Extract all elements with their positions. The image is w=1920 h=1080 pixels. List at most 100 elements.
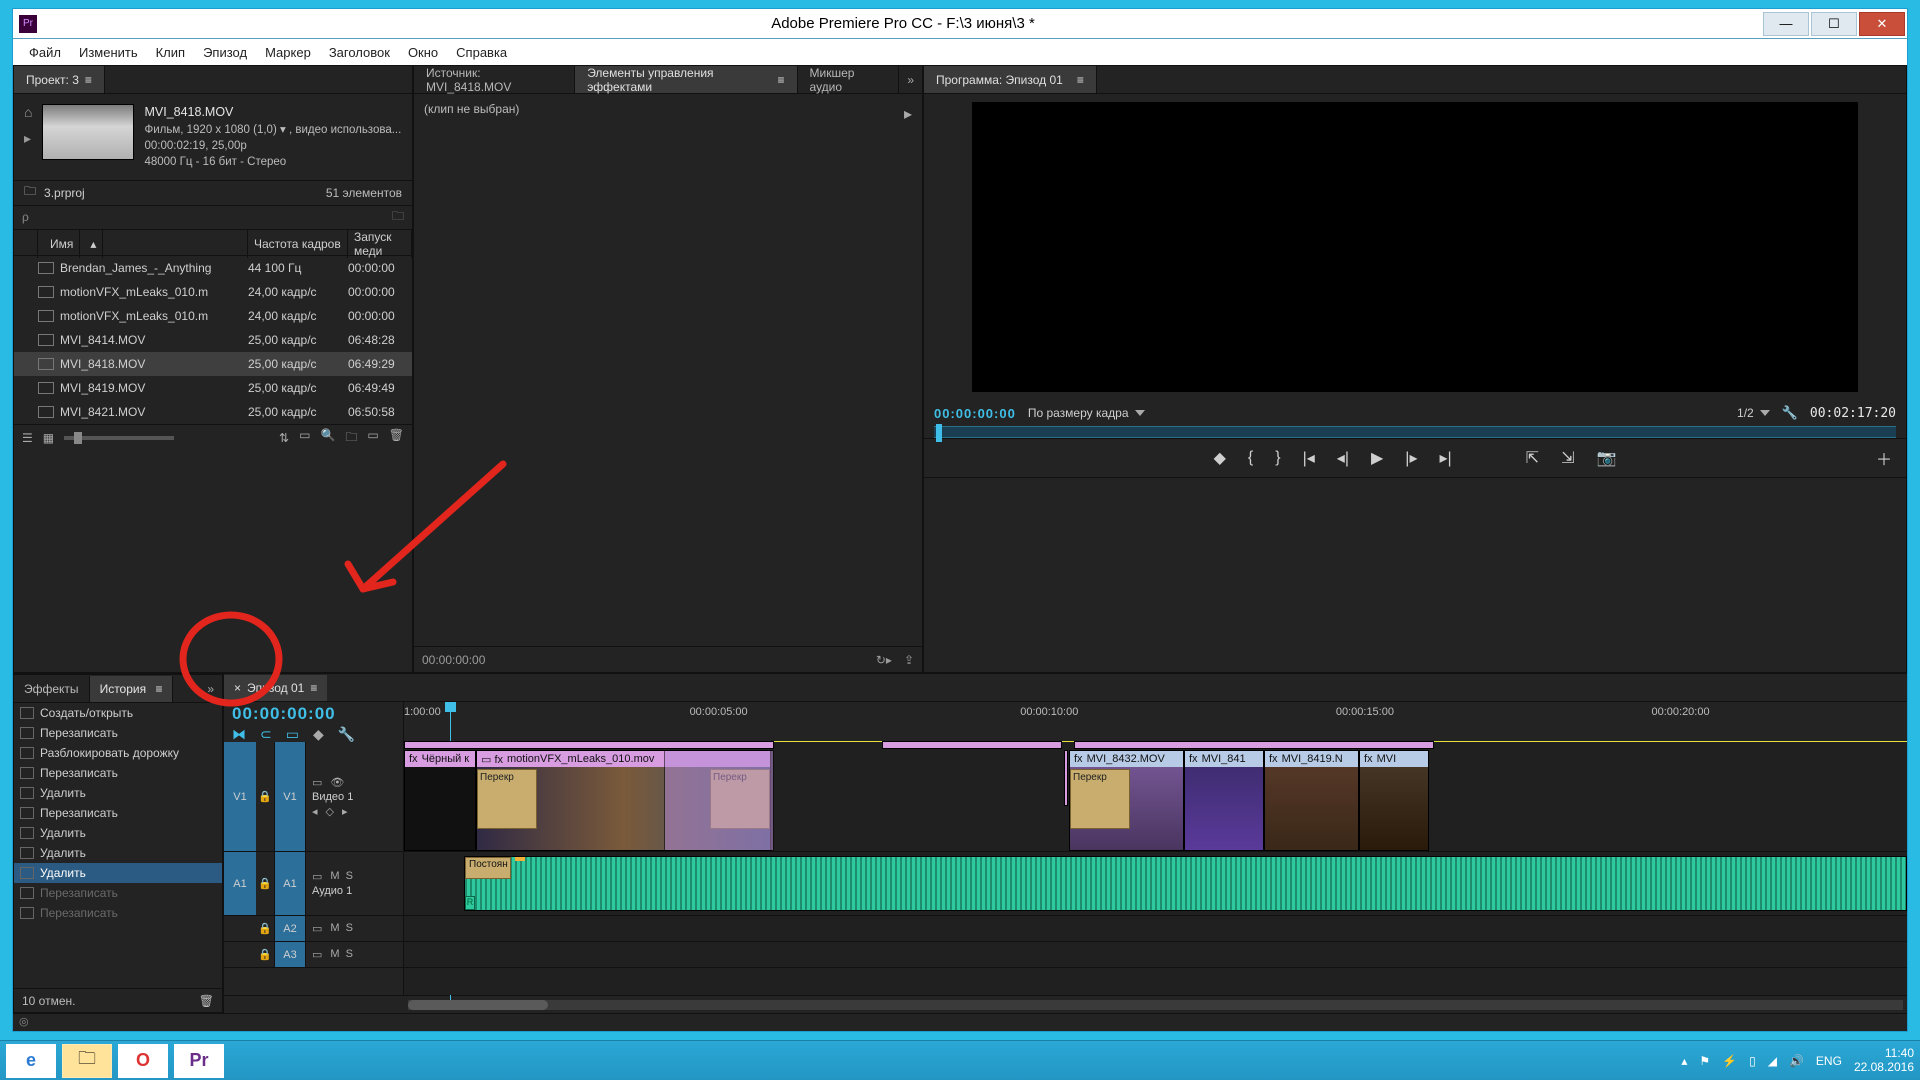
search-icon[interactable]: 🔍 xyxy=(320,428,335,449)
menu-edit[interactable]: Изменить xyxy=(71,43,146,62)
tray-volume-icon[interactable]: 🔊 xyxy=(1789,1054,1804,1068)
taskbar-ie[interactable]: e xyxy=(6,1044,56,1078)
expand-icon[interactable]: ▸ xyxy=(904,104,912,124)
marker-icon[interactable]: ◆ xyxy=(1214,448,1226,468)
history-item[interactable]: Перезаписать xyxy=(14,803,222,823)
timeline-scrollbar[interactable] xyxy=(408,1000,1903,1010)
clip-thumb2[interactable]: fx MVI_841 xyxy=(1184,750,1264,851)
marker-icon[interactable] xyxy=(515,856,525,861)
panel-menu-icon[interactable]: ≡ xyxy=(778,73,785,87)
list-view-icon[interactable]: ☰ xyxy=(22,431,33,445)
project-tab[interactable]: Проект: 3 ≡ xyxy=(14,66,105,93)
asset-row[interactable]: motionVFX_mLeaks_010.m 24,00 кадр/с00:00… xyxy=(14,280,412,304)
asset-row[interactable]: Brendan_James_-_Anything 44 100 Гц00:00:… xyxy=(14,256,412,280)
go-out-icon[interactable]: ▸| xyxy=(1439,448,1451,468)
lock-icon[interactable]: 🔒 xyxy=(256,948,274,961)
history-item[interactable]: Создать/открыть xyxy=(14,703,222,723)
clip-thumb4[interactable]: fx MVI xyxy=(1359,750,1429,851)
lock-icon[interactable]: 🔒 xyxy=(256,790,274,803)
play-button[interactable]: ▶ xyxy=(1371,448,1383,468)
new-bin-icon[interactable]: 🗀 xyxy=(392,207,404,228)
add-marker-icon[interactable]: ◆ xyxy=(313,726,324,743)
panel-menu-icon[interactable]: ≡ xyxy=(1077,73,1084,87)
icon-view-icon[interactable]: ▦ xyxy=(43,431,54,445)
a2-target[interactable]: A2 xyxy=(274,916,306,941)
effect-controls-tab[interactable]: Элементы управления эффектами ≡ xyxy=(575,66,797,93)
history-item[interactable]: Удалить xyxy=(14,783,222,803)
program-scrubber[interactable] xyxy=(934,426,1896,438)
new-item-icon[interactable]: ▭ xyxy=(367,428,378,449)
panel-menu-icon[interactable]: ≡ xyxy=(85,73,92,87)
tray-power-icon[interactable]: ⚡ xyxy=(1722,1054,1737,1068)
tab-close-icon[interactable]: × xyxy=(234,681,241,695)
timeline-tc[interactable]: 00:00:00:00 xyxy=(232,704,395,724)
prev-kf-icon[interactable]: ◂ xyxy=(312,805,318,818)
sort-icon[interactable]: ⇅ xyxy=(279,431,289,445)
asset-row[interactable]: MVI_8418.MOV 25,00 кадр/с06:49:29 xyxy=(14,352,412,376)
clip-overlap[interactable] xyxy=(664,750,774,851)
clip-strip[interactable] xyxy=(1074,741,1434,749)
kf-icon[interactable]: ◇ xyxy=(326,805,334,818)
toggle-output-icon[interactable]: ▭ xyxy=(312,776,322,789)
track-v1-header[interactable]: V1 🔒 V1 ▭👁 Видео 1 ◂◇▸ xyxy=(224,742,403,852)
new-bin2-icon[interactable]: 🗀 xyxy=(345,428,357,449)
clip-audio[interactable]: Постоян R xyxy=(464,856,1907,911)
col-start[interactable]: Запуск меди xyxy=(348,230,412,258)
menu-marker[interactable]: Маркер xyxy=(257,43,319,62)
lock-icon[interactable]: 🔒 xyxy=(256,922,274,935)
clip-marker[interactable] xyxy=(1064,750,1068,806)
project-path[interactable]: 3.prproj xyxy=(44,186,85,200)
snapshot-icon[interactable]: 📷 xyxy=(1596,448,1616,468)
settings-icon[interactable]: 🔧 xyxy=(1782,405,1798,421)
audio-mixer-tab[interactable]: Микшер аудио xyxy=(798,66,900,93)
asset-row[interactable]: MVI_8419.MOV 25,00 кадр/с06:49:49 xyxy=(14,376,412,400)
menu-clip[interactable]: Клип xyxy=(148,43,193,62)
v1-target[interactable]: V1 xyxy=(274,742,306,851)
taskbar-opera[interactable]: O xyxy=(118,1044,168,1078)
panel-menu-icon[interactable]: ≡ xyxy=(155,682,162,696)
asset-row[interactable]: MVI_8414.MOV 25,00 кадр/с06:48:28 xyxy=(14,328,412,352)
history-item[interactable]: Удалить xyxy=(14,823,222,843)
button-editor-icon[interactable]: ＋ xyxy=(1876,446,1892,470)
history-item[interactable]: Удалить xyxy=(14,863,222,883)
snap-icon[interactable]: ⧓ xyxy=(232,726,246,743)
history-trash-icon[interactable]: 🗑 xyxy=(199,994,214,1008)
program-tab[interactable]: Программа: Эпизод 01 ≡ xyxy=(924,66,1097,93)
history-item[interactable]: Разблокировать дорожку xyxy=(14,743,222,763)
export-icon[interactable]: ⇪ xyxy=(904,653,914,667)
automate-icon[interactable]: ▭ xyxy=(299,428,310,449)
in-icon[interactable]: { xyxy=(1248,449,1253,467)
tabs-overflow-icon[interactable]: » xyxy=(199,682,222,696)
source-tab[interactable]: Источник: MVI_8418.MOV xyxy=(414,66,575,93)
tray-flag-icon[interactable]: ⚑ xyxy=(1699,1054,1710,1068)
program-monitor[interactable] xyxy=(972,102,1858,392)
eye-icon[interactable]: 👁 xyxy=(330,776,344,789)
asset-row[interactable]: MVI_8421.MOV 25,00 кадр/с06:50:58 xyxy=(14,400,412,424)
history-item[interactable]: Перезаписать xyxy=(14,723,222,743)
history-item[interactable]: Удалить xyxy=(14,843,222,863)
clip-strip[interactable] xyxy=(882,741,1062,749)
window-minimize-button[interactable]: — xyxy=(1763,12,1809,36)
tray-lang[interactable]: ENG xyxy=(1816,1054,1842,1068)
extract-icon[interactable]: ⇲ xyxy=(1561,448,1574,468)
panel-menu-icon[interactable]: ≡ xyxy=(310,681,317,695)
out-icon[interactable]: } xyxy=(1275,449,1280,467)
track-a1-header[interactable]: A1 🔒 A1 ▭ M S Аудио 1 xyxy=(224,852,403,916)
track-a3-header[interactable]: 🔒 A3 ▭ M S xyxy=(224,942,403,968)
resolution-select[interactable]: 1/2 xyxy=(1737,406,1770,420)
menu-help[interactable]: Справка xyxy=(448,43,515,62)
menu-file[interactable]: Файл xyxy=(21,43,69,62)
taskbar-explorer[interactable]: 🗀 xyxy=(62,1044,112,1078)
filter-icon[interactable]: ρ xyxy=(22,210,29,224)
lock-icon[interactable]: 🔒 xyxy=(256,877,274,890)
effects-tab[interactable]: Эффекты xyxy=(14,676,90,702)
a1-target[interactable]: A1 xyxy=(274,852,306,915)
timeline-ruler[interactable]: 1:00:0000:00:05:0000:00:10:0000:00:15:00… xyxy=(404,702,1907,745)
sequence-tab[interactable]: × Эпизод 01 ≡ xyxy=(224,675,327,701)
program-tc-current[interactable]: 00:00:00:00 xyxy=(934,406,1016,421)
tray-wifi-icon[interactable]: ◢ xyxy=(1768,1054,1777,1068)
link-icon[interactable]: ⊂ xyxy=(260,726,272,743)
window-close-button[interactable]: ✕ xyxy=(1859,12,1905,36)
menu-window[interactable]: Окно xyxy=(400,43,446,62)
window-maximize-button[interactable]: ☐ xyxy=(1811,12,1857,36)
